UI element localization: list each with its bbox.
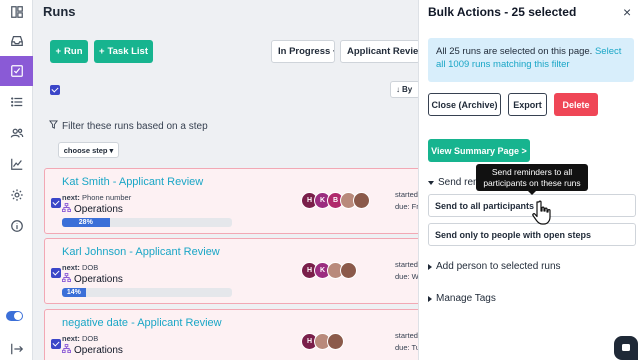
choose-step-dropdown[interactable]: choose step ▾ <box>58 142 119 158</box>
logout-icon[interactable] <box>0 334 33 360</box>
avatar <box>327 333 344 350</box>
step-filter-text: Filter these runs based on a step <box>62 120 208 132</box>
add-task-list-button[interactable]: + Task List <box>94 40 153 63</box>
info-icon[interactable] <box>0 211 33 241</box>
run-next-step: next: Phone number <box>62 193 131 202</box>
caret-down-icon <box>428 180 434 185</box>
selection-info-text: All 25 runs are selected on this page. <box>436 46 593 57</box>
run-next-step: next: DOB <box>62 263 98 272</box>
add-run-label: Run <box>64 46 83 57</box>
run-due: due: W <box>395 272 419 281</box>
export-button[interactable]: Export <box>508 93 547 116</box>
filter-icon <box>49 120 58 132</box>
next-label: next: <box>62 334 80 343</box>
run-due: due: Fri <box>395 202 421 211</box>
next-step-name: DOB <box>82 334 99 343</box>
chat-icon[interactable] <box>614 336 638 360</box>
run-team: Operations <box>62 273 123 285</box>
plus-icon: + <box>55 46 62 57</box>
org-chart-icon <box>62 273 71 285</box>
run-team: Operations <box>62 203 123 215</box>
run-checkbox[interactable] <box>51 339 61 349</box>
run-progress-bar: 14% <box>62 288 232 297</box>
delete-button[interactable]: Delete <box>554 93 598 116</box>
add-run-button[interactable]: + Run <box>50 40 88 63</box>
run-title[interactable]: Karl Johnson - Applicant Review <box>62 246 220 258</box>
runs-main: Runs +Run +Task List In Progress ▾ Appli… <box>33 0 424 360</box>
avatar <box>353 192 370 209</box>
close-archive-button[interactable]: Close (Archive) <box>428 93 501 116</box>
team-name: Operations <box>74 203 123 215</box>
next-step-name: Phone number <box>82 193 132 202</box>
run-card[interactable]: negative date - Applicant Review next: D… <box>44 309 424 360</box>
select-all-checkbox[interactable] <box>50 85 60 95</box>
org-chart-icon <box>62 203 71 215</box>
manage-tags-label: Manage Tags <box>436 293 496 304</box>
run-card[interactable]: Kat Smith - Applicant Review next: Phone… <box>44 168 424 234</box>
template-filter-value: Applicant Review <box>347 46 420 57</box>
list-icon[interactable] <box>0 87 33 117</box>
manage-tags-section[interactable]: Manage Tags <box>428 293 496 304</box>
run-title[interactable]: negative date - Applicant Review <box>62 317 222 329</box>
team-name: Operations <box>74 273 123 285</box>
run-checkbox[interactable] <box>51 268 61 278</box>
choose-step-label: choose step <box>63 145 108 155</box>
run-checkbox[interactable] <box>51 198 61 208</box>
page-title: Runs <box>43 4 76 19</box>
hand-cursor-icon <box>531 200 555 226</box>
participant-avatars[interactable]: HK <box>301 262 357 279</box>
sidebar-toggle[interactable] <box>6 311 23 321</box>
add-person-section[interactable]: Add person to selected runs <box>428 261 561 272</box>
participant-avatars[interactable]: H <box>301 333 344 350</box>
inbox-icon[interactable] <box>0 26 33 56</box>
caret-right-icon <box>428 263 432 270</box>
close-icon[interactable]: × <box>623 4 631 20</box>
step-filter-label: Filter these runs based on a step <box>49 120 208 132</box>
people-icon[interactable] <box>0 118 33 148</box>
next-label: next: <box>62 193 80 202</box>
org-chart-icon <box>62 344 71 356</box>
run-progress-fill: 14% <box>62 288 86 297</box>
run-due: due: Tu <box>395 343 421 352</box>
run-title[interactable]: Kat Smith - Applicant Review <box>62 176 203 188</box>
add-task-list-label: Task List <box>107 46 149 57</box>
layout-icon[interactable] <box>0 0 33 27</box>
sort-label: By <box>402 85 413 94</box>
view-summary-button[interactable]: View Summary Page > <box>428 139 530 162</box>
run-team: Operations <box>62 344 123 356</box>
plus-icon: + <box>98 46 105 57</box>
template-filter-dropdown[interactable]: Applicant Review <box>340 40 420 63</box>
caret-right-icon <box>428 295 432 302</box>
avatar <box>340 262 357 279</box>
status-filter-dropdown[interactable]: In Progress ▾ <box>271 40 335 63</box>
next-label: next: <box>62 263 80 272</box>
arrow-down-icon: ↓ <box>396 85 400 94</box>
run-progress-fill: 28% <box>62 218 110 227</box>
caret-down-icon: ▾ <box>109 145 114 155</box>
run-started: started <box>395 260 418 269</box>
run-next-step: next: DOB <box>62 334 98 343</box>
panel-title: Bulk Actions - 25 selected <box>428 5 577 19</box>
team-name: Operations <box>74 344 123 356</box>
send-open-steps-button[interactable]: Send only to people with open steps <box>428 223 636 246</box>
send-reminders-tooltip: Send reminders to all participants on th… <box>476 164 588 195</box>
sort-button[interactable]: ↓ By <box>390 81 420 98</box>
next-step-name: DOB <box>82 263 99 272</box>
checklist-icon[interactable] <box>0 56 33 86</box>
run-progress-bar: 28% <box>62 218 232 227</box>
status-filter-value: In Progress <box>278 46 331 57</box>
caret-down-icon: ▾ <box>333 48 334 56</box>
participant-avatars[interactable]: HKB <box>301 192 370 209</box>
gear-icon[interactable] <box>0 180 33 210</box>
add-person-label: Add person to selected runs <box>436 261 561 272</box>
left-rail <box>0 0 33 360</box>
chart-icon[interactable] <box>0 149 33 179</box>
run-started: started <box>395 190 418 199</box>
run-started: started <box>395 331 418 340</box>
run-card[interactable]: Karl Johnson - Applicant Review next: DO… <box>44 238 424 304</box>
selection-info-box: All 25 runs are selected on this page. S… <box>428 38 634 82</box>
